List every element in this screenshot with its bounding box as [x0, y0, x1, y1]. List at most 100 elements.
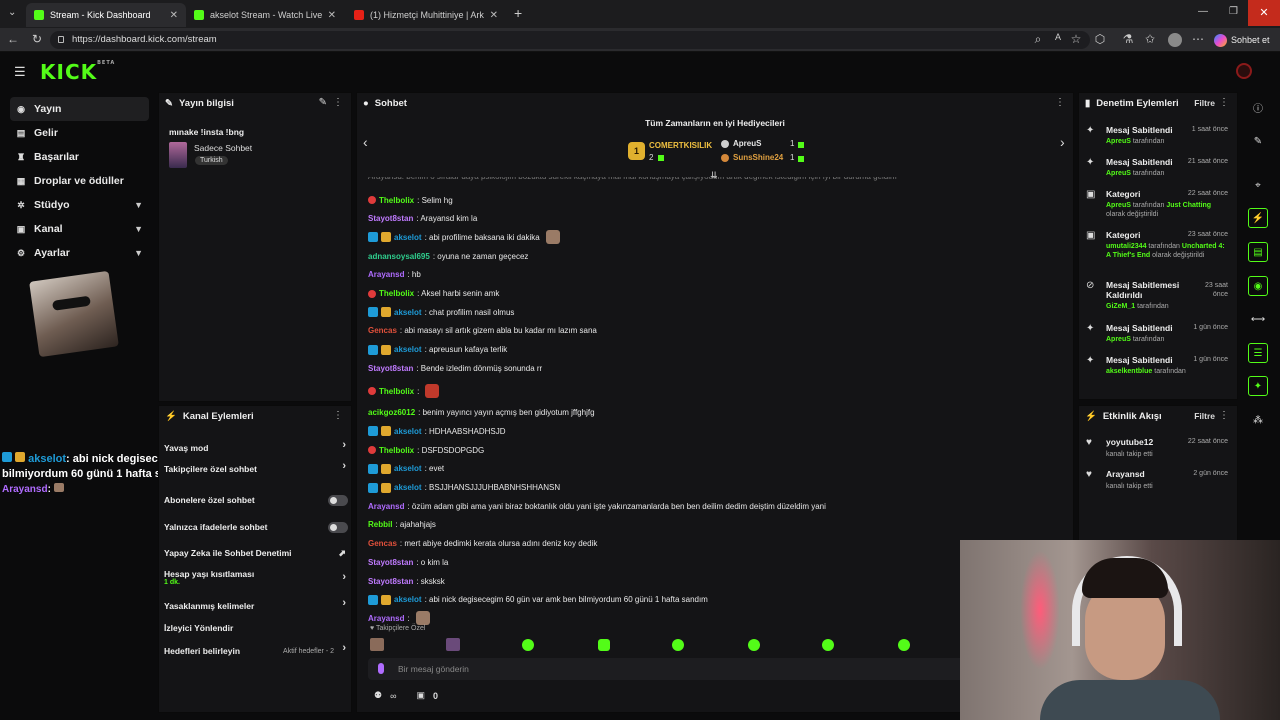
chat-username[interactable]: akselot: [394, 483, 422, 492]
emote-icon[interactable]: [446, 638, 460, 651]
chat-username[interactable]: akselot: [394, 233, 422, 242]
chevron-left-icon[interactable]: ‹: [363, 134, 368, 150]
sidebar-item-gelir[interactable]: ▤ Gelir: [10, 121, 149, 145]
log-user[interactable]: ApreuS: [1106, 138, 1131, 145]
chat-username[interactable]: akselot: [394, 464, 422, 473]
more-icon[interactable]: ⋯: [1190, 32, 1206, 46]
chat-username[interactable]: acikgoz6012: [368, 408, 415, 417]
raid-row[interactable]: İzleyici Yönlendir: [164, 621, 350, 635]
chat-username[interactable]: Stayot8stan: [368, 364, 413, 373]
chat-username[interactable]: akselot: [394, 427, 422, 436]
edit-icon[interactable]: ✎: [319, 97, 327, 108]
close-icon[interactable]: ✕: [490, 10, 498, 21]
broadcast-icon[interactable]: ⟷: [1248, 309, 1268, 329]
nodes-icon[interactable]: ⁂: [1248, 410, 1268, 430]
settings-icon[interactable]: ⚗: [1120, 32, 1136, 46]
chat-username[interactable]: akselot: [394, 595, 422, 604]
menu-icon[interactable]: ☰: [14, 64, 26, 80]
more-icon[interactable]: ⋮: [1219, 410, 1229, 421]
user-avatar[interactable]: [1236, 63, 1252, 79]
sidebar-item-basarilar[interactable]: ♜ Başarılar: [10, 145, 149, 169]
emote-icon[interactable]: [370, 638, 384, 651]
profile-avatar[interactable]: [1168, 33, 1182, 47]
kick-emote-icon[interactable]: [898, 639, 910, 651]
more-icon[interactable]: ⋮: [1219, 97, 1229, 108]
list-icon[interactable]: ☰: [1248, 343, 1268, 363]
chat-username[interactable]: Thelbolix: [379, 446, 414, 455]
kick-emote-icon[interactable]: [522, 639, 534, 651]
edit-icon[interactable]: ✎: [1248, 131, 1268, 151]
refresh-icon[interactable]: ↻: [29, 32, 45, 46]
slow-mode-row[interactable]: Yavaş mod ›: [164, 439, 350, 455]
close-icon[interactable]: ✕: [170, 10, 178, 21]
target-icon[interactable]: ⌖: [1248, 175, 1268, 195]
sidebar-item-studyo[interactable]: ✲ Stüdyo ▼: [10, 193, 149, 217]
sidebar-item-kanal[interactable]: ▣ Kanal ▼: [10, 217, 149, 241]
activity-user[interactable]: Arayansd: [1106, 469, 1145, 479]
ai-moderation-row[interactable]: Yapay Zeka ile Sohbet Denetimi ⬈: [164, 546, 350, 560]
chat-username[interactable]: Rebbil: [368, 520, 392, 529]
filter-button[interactable]: Filtre: [1194, 411, 1215, 421]
copilot-chat-button[interactable]: Sohbet et: [1214, 31, 1270, 49]
close-window-button[interactable]: ✕: [1248, 0, 1280, 26]
activity-user[interactable]: yoyutube12: [1106, 437, 1153, 447]
log-user[interactable]: ApreuS: [1106, 336, 1131, 343]
kick-emote-icon[interactable]: [672, 639, 684, 651]
goals-row[interactable]: Hedefleri belirleyin Aktif hedefler - 2 …: [164, 642, 350, 658]
tab-list-icon[interactable]: ⌄: [8, 7, 16, 18]
tab-youtube[interactable]: (1) Hizmetçi Muhittiniye | Arkadaş ✕: [346, 3, 506, 27]
log-user[interactable]: umutali2344: [1106, 243, 1146, 250]
chat-username[interactable]: Stayot8stan: [368, 577, 413, 586]
chat-username[interactable]: Arayansd: [368, 614, 404, 623]
extensions-icon[interactable]: ⬡: [1092, 32, 1108, 46]
log-user[interactable]: akselkentblue: [1106, 368, 1152, 375]
chat-username[interactable]: adnansoysal695: [368, 252, 430, 261]
more-icon[interactable]: ⋮: [333, 97, 343, 108]
chat-username[interactable]: Stayot8stan: [368, 214, 413, 223]
log-user[interactable]: ApreuS: [1106, 170, 1131, 177]
log-user[interactable]: ApreuS: [1106, 202, 1131, 209]
sidebar-item-droplar[interactable]: ▦ Droplar ve ödüller: [10, 169, 149, 193]
chat-username[interactable]: Thelbolix: [379, 387, 414, 396]
lightning-icon[interactable]: ⚡: [1248, 208, 1268, 228]
zoom-icon[interactable]: ⌕: [1030, 32, 1046, 47]
chat-username[interactable]: Arayansd: [368, 502, 404, 511]
subscribers-only-row[interactable]: Abonelere özel sohbet: [164, 493, 350, 507]
url-field[interactable]: https://dashboard.kick.com/stream: [50, 31, 1090, 49]
more-icon[interactable]: ⋮: [333, 410, 343, 421]
emote-only-row[interactable]: Yalnızca ifadelerle sohbet: [164, 520, 350, 534]
sidebar-item-yayin[interactable]: ◉ Yayın: [10, 97, 149, 121]
chat-username[interactable]: Gencas: [368, 326, 397, 335]
kick-logo[interactable]: KICKBETA: [40, 60, 115, 84]
subscribers-only-toggle[interactable]: [328, 494, 348, 506]
account-age-row[interactable]: Hesap yaşı kısıtlaması 1 dk. ›: [164, 569, 350, 589]
clipboard-icon[interactable]: ▤: [1248, 242, 1268, 262]
kick-emote-icon[interactable]: [748, 639, 760, 651]
wrench-icon[interactable]: ✦: [1248, 376, 1268, 396]
log-user[interactable]: GiZeM_1: [1106, 303, 1135, 310]
more-icon[interactable]: ⋮: [1055, 97, 1065, 108]
chevron-right-icon[interactable]: ›: [1060, 134, 1065, 150]
chat-username[interactable]: Thelbolix: [379, 196, 414, 205]
followers-only-row[interactable]: Takipçilere özel sohbet ›: [164, 460, 350, 476]
emote-only-toggle[interactable]: [328, 521, 348, 533]
chat-username[interactable]: akselot: [394, 308, 422, 317]
kick-emote-icon[interactable]: [822, 639, 834, 651]
gift-box-icon[interactable]: ▣: [417, 690, 426, 701]
favorite-icon[interactable]: ☆: [1068, 32, 1084, 46]
chat-username[interactable]: Thelbolix: [379, 289, 414, 298]
chat-username[interactable]: Arayansd: [368, 270, 404, 279]
restore-icon[interactable]: ❐: [1229, 6, 1238, 17]
chat-username[interactable]: Gencas: [368, 539, 397, 548]
chat-username[interactable]: akselot: [394, 345, 422, 354]
close-icon[interactable]: ✕: [328, 10, 336, 21]
collections-icon[interactable]: ✩: [1142, 32, 1158, 46]
microphone-icon[interactable]: [378, 663, 384, 674]
filter-button[interactable]: Filtre: [1194, 98, 1215, 108]
chat-icon[interactable]: ◉: [1248, 276, 1268, 296]
tab-akselot-stream[interactable]: akselot Stream - Watch Live on Kick ✕: [186, 3, 344, 27]
read-aloud-icon[interactable]: A: [1050, 32, 1066, 42]
sidebar-item-ayarlar[interactable]: ⚙ Ayarlar ▼: [10, 241, 149, 265]
back-icon[interactable]: ←: [5, 32, 21, 46]
minimize-icon[interactable]: —: [1198, 6, 1208, 17]
